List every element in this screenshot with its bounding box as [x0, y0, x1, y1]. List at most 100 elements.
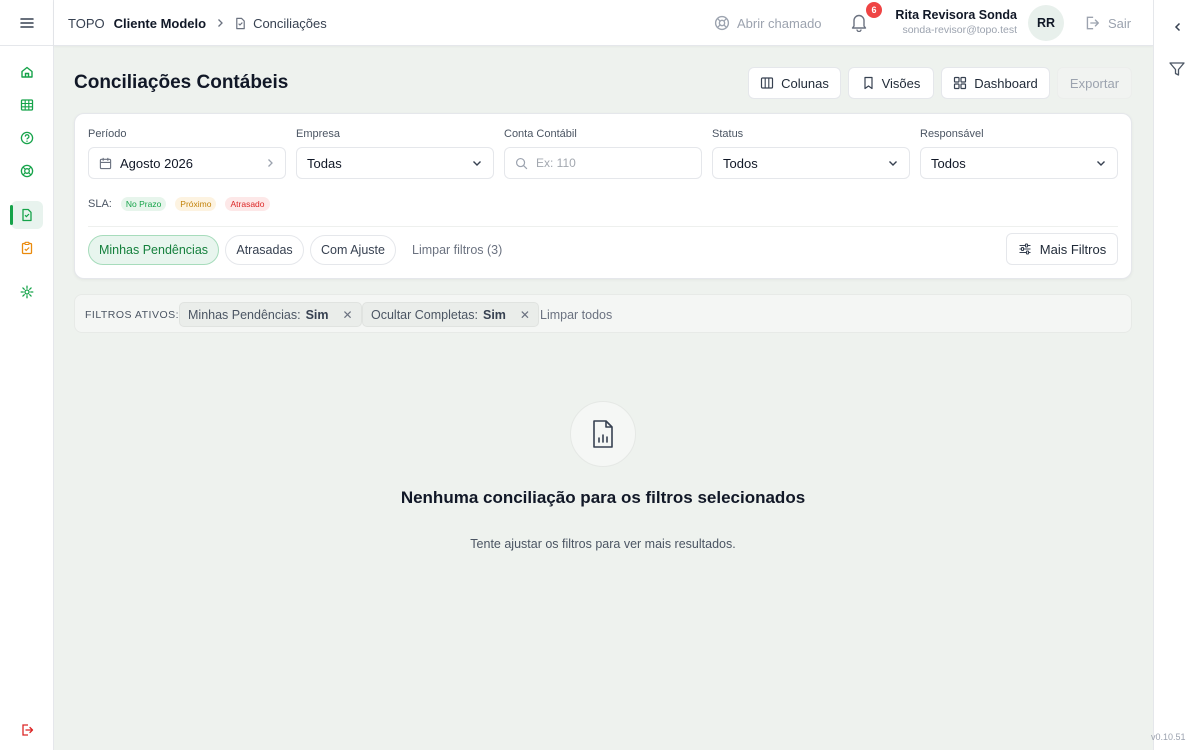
- sidebar-item-table[interactable]: [11, 91, 43, 119]
- sla-legend: SLA: No Prazo Próximo Atrasado: [88, 197, 270, 211]
- sidebar-item-settings[interactable]: [11, 278, 43, 306]
- search-icon: [515, 157, 528, 169]
- clear-all-filters-link[interactable]: Limpar todos: [540, 295, 612, 334]
- active-filters-label: FILTROS ATIVOS:: [85, 308, 180, 321]
- logout-icon: [1086, 16, 1099, 30]
- chevron-down-icon: [887, 157, 899, 169]
- active-filter-tag: Ocultar Completas: Sim ✕: [362, 302, 539, 327]
- period-value: Agosto 2026: [120, 155, 194, 171]
- breadcrumb-page-label: Conciliações: [253, 15, 327, 31]
- filter-card: Período Agosto 2026 Empresa Todas Conta …: [74, 113, 1132, 279]
- home-icon: [21, 66, 33, 78]
- quick-filter-my-pending[interactable]: Minhas Pendências: [88, 235, 219, 265]
- active-filter-tag: Minhas Pendências: Sim ✕: [179, 302, 362, 327]
- notification-count-badge: 6: [866, 2, 882, 18]
- version-label: v0.10.51: [1151, 732, 1186, 742]
- clear-filters-link[interactable]: Limpar filtros (3): [412, 235, 502, 265]
- sla-on-time-badge: No Prazo: [120, 197, 167, 211]
- logout-button[interactable]: Sair: [1084, 0, 1131, 46]
- export-button[interactable]: Exportar: [1057, 67, 1132, 99]
- chevron-down-icon: [1095, 157, 1107, 169]
- dashboard-button[interactable]: Dashboard: [941, 67, 1050, 99]
- top-bar: TOPO Cliente Modelo Conciliações Abrir c…: [54, 0, 1153, 46]
- account-search-input[interactable]: [536, 156, 686, 170]
- dashboard-label: Dashboard: [974, 75, 1038, 91]
- logout-label: Sair: [1108, 15, 1132, 31]
- active-filter-key: Minhas Pendências:: [188, 307, 301, 322]
- page-title: Conciliações Contábeis: [74, 72, 289, 93]
- columns-icon: [761, 77, 774, 89]
- bookmark-icon: [863, 76, 873, 90]
- sla-late-badge: Atrasado: [225, 197, 270, 211]
- more-filters-label: Mais Filtros: [1039, 241, 1107, 257]
- menu-toggle-button[interactable]: [0, 0, 54, 46]
- sidebar-item-reconciliations[interactable]: [10, 201, 43, 229]
- quick-filter-with-adjustment[interactable]: Com Ajuste: [310, 235, 396, 265]
- sidebar-item-help[interactable]: [11, 124, 43, 152]
- remove-filter-icon[interactable]: ✕: [343, 308, 353, 322]
- divider: [88, 226, 1118, 227]
- lifebuoy-icon: [20, 164, 34, 178]
- user-name: Rita Revisora Sonda: [895, 8, 1017, 22]
- panel-filter-button[interactable]: [1168, 60, 1186, 81]
- sliders-icon: [1019, 243, 1031, 255]
- owner-value: Todos: [931, 155, 966, 171]
- account-label: Conta Contábil: [504, 128, 577, 140]
- avatar[interactable]: RR: [1028, 5, 1064, 41]
- active-filter-key: Ocultar Completas:: [371, 307, 478, 322]
- remove-filter-icon[interactable]: ✕: [520, 308, 530, 322]
- sla-near-badge: Próximo: [175, 197, 217, 211]
- sidebar-item-tasks[interactable]: [11, 234, 43, 262]
- chevron-left-icon: [1174, 22, 1181, 32]
- active-filter-value: Sim: [482, 307, 506, 322]
- filter-icon: [1169, 62, 1185, 76]
- views-button[interactable]: Visões: [848, 67, 934, 99]
- left-sidebar: [0, 0, 54, 750]
- sidebar-item-home[interactable]: [11, 58, 43, 86]
- help-icon: [20, 131, 34, 145]
- lifebuoy-icon: [714, 15, 730, 31]
- settings-icon: [20, 285, 34, 299]
- owner-label: Responsável: [920, 128, 984, 140]
- open-ticket-label: Abrir chamado: [737, 15, 822, 31]
- owner-select[interactable]: Todos: [920, 147, 1118, 179]
- document-icon: [236, 17, 245, 29]
- status-select[interactable]: Todos: [712, 147, 910, 179]
- period-label: Período: [88, 128, 127, 140]
- company-select[interactable]: Todas: [296, 147, 494, 179]
- breadcrumb-client[interactable]: Cliente Modelo: [114, 16, 206, 31]
- company-label: Empresa: [296, 128, 341, 140]
- sidebar-item-support[interactable]: [11, 157, 43, 185]
- account-search-field: [504, 147, 702, 179]
- company-value: Todas: [307, 155, 342, 171]
- empty-state-title: Nenhuma conciliação para os filtros sele…: [400, 488, 806, 507]
- dashboard-icon: [954, 76, 967, 90]
- quick-filter-late[interactable]: Atrasadas: [225, 235, 304, 265]
- sla-label: SLA:: [88, 198, 112, 210]
- views-label: Visões: [881, 75, 921, 91]
- columns-label: Colunas: [781, 75, 829, 91]
- sidebar-logout[interactable]: [11, 716, 43, 744]
- logout-icon: [22, 724, 34, 736]
- more-filters-button[interactable]: Mais Filtros: [1006, 233, 1118, 265]
- user-email: sonda-revisor@topo.test: [902, 24, 1017, 36]
- chevron-right-icon: [218, 19, 223, 27]
- report-document-icon: [593, 420, 613, 448]
- active-filters-bar: FILTROS ATIVOS: Minhas Pendências: Sim ✕…: [74, 294, 1132, 333]
- calendar-icon: [99, 157, 112, 169]
- menu-icon: [20, 17, 34, 28]
- chevron-right-icon: [265, 158, 275, 168]
- breadcrumb-current: Conciliações: [234, 16, 327, 31]
- table-icon: [20, 99, 34, 111]
- empty-state-subtitle: Tente ajustar os filtros para ver mais r…: [470, 537, 736, 551]
- user-info: Rita Revisora Sonda sonda-revisor@topo.t…: [895, 8, 1017, 38]
- columns-button[interactable]: Colunas: [748, 67, 841, 99]
- open-ticket-button[interactable]: Abrir chamado: [714, 0, 822, 46]
- right-filter-panel: [1153, 0, 1200, 750]
- period-picker[interactable]: Agosto 2026: [88, 147, 286, 179]
- active-filter-value: Sim: [305, 307, 329, 322]
- status-label: Status: [712, 128, 744, 140]
- panel-expand-button[interactable]: [1165, 14, 1191, 40]
- breadcrumb-brand[interactable]: TOPO: [68, 16, 105, 31]
- clipboard-icon: [21, 241, 33, 255]
